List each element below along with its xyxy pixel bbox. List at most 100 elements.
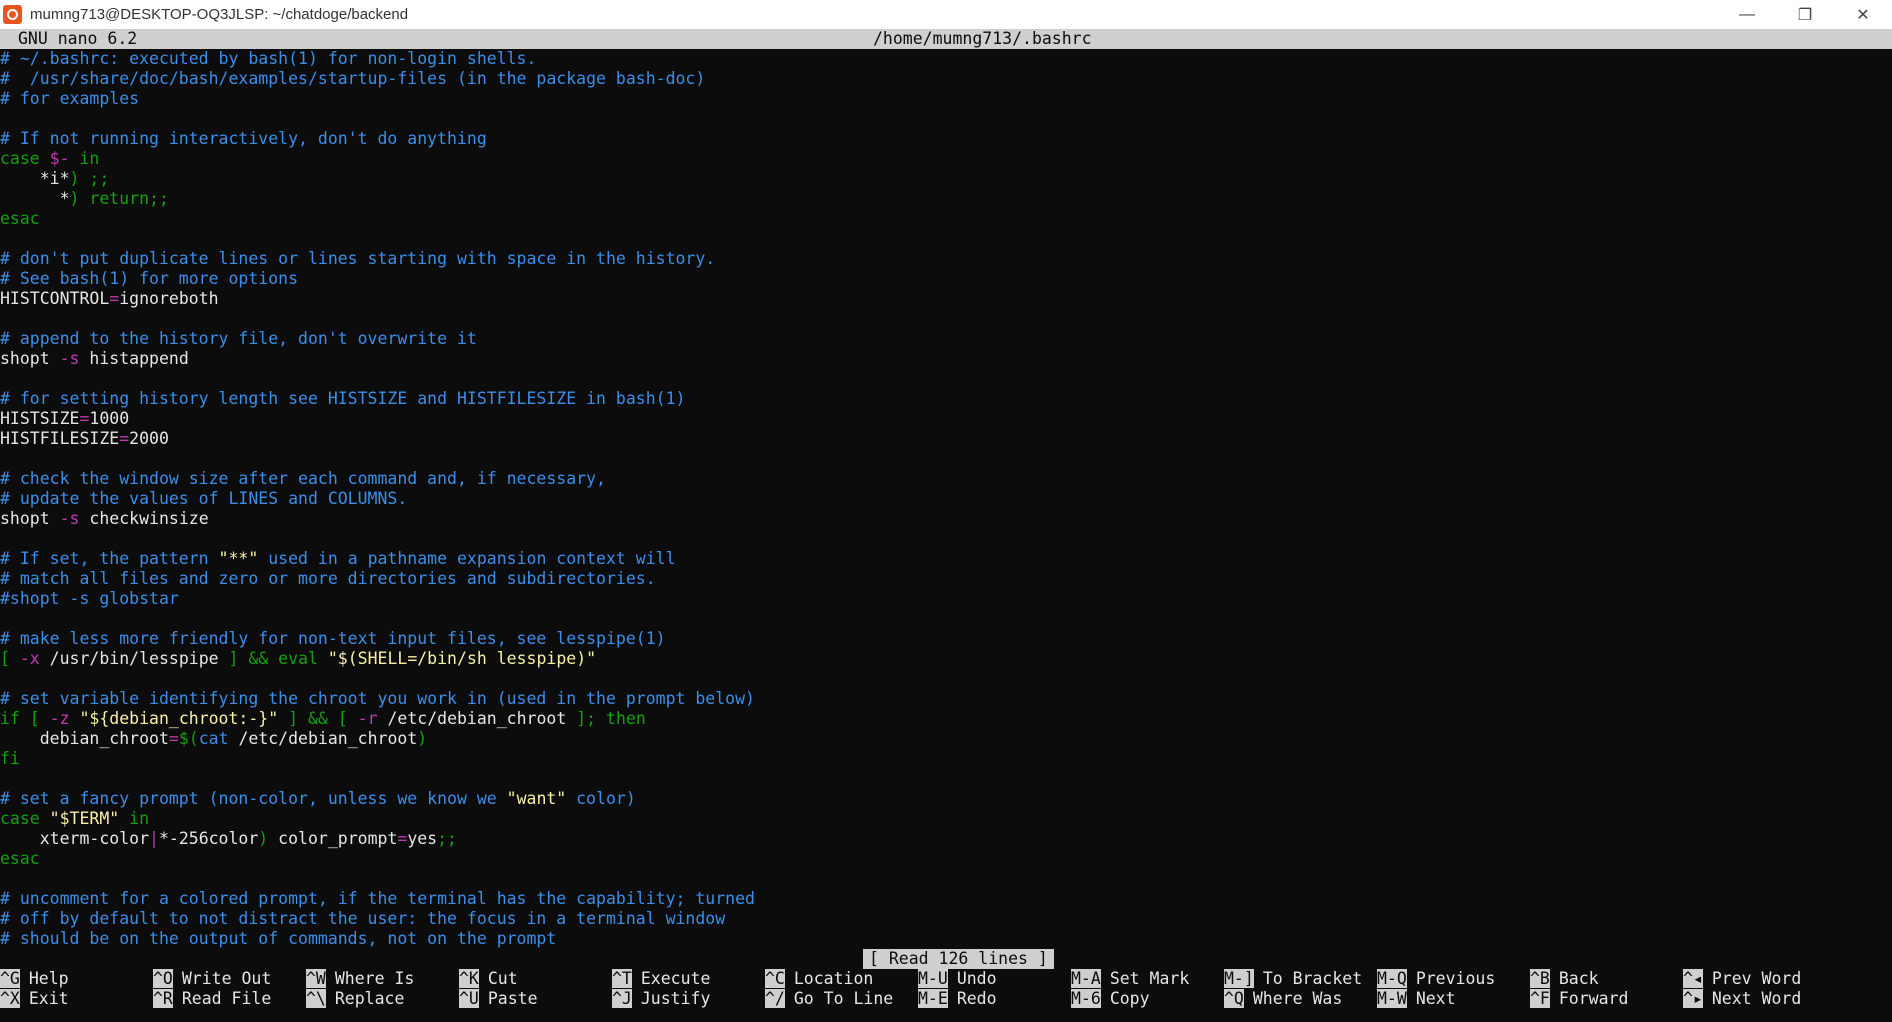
code-token: ignoreboth [119, 289, 219, 308]
shortcut-item[interactable]: ^B Back [1530, 969, 1599, 989]
code-token: esac [0, 209, 40, 228]
code-line[interactable] [0, 309, 1892, 329]
shortcut-item[interactable]: M-U Undo [918, 969, 997, 989]
code-line[interactable]: # for setting history length see HISTSIZ… [0, 389, 1892, 409]
code-token: 1000 [89, 409, 130, 428]
code-line[interactable]: HISTFILESIZE=2000 [0, 429, 1892, 449]
code-line[interactable]: #shopt -s globstar [0, 589, 1892, 609]
code-line[interactable]: debian_chroot=$(cat /etc/debian_chroot) [0, 729, 1892, 749]
code-line[interactable]: # uncomment for a colored prompt, if the… [0, 889, 1892, 909]
shortcut-item[interactable]: ^\ Replace [306, 989, 404, 1009]
code-token: = [79, 409, 90, 428]
code-token: "${debian_chroot:-}" [79, 709, 279, 728]
shortcut-item[interactable]: M-Q Previous [1377, 969, 1495, 989]
code-line[interactable]: # make less more friendly for non-text i… [0, 629, 1892, 649]
shortcut-item[interactable]: M-] To Bracket [1224, 969, 1362, 989]
code-line[interactable]: # If not running interactively, don't do… [0, 129, 1892, 149]
shortcut-item[interactable]: M-A Set Mark [1071, 969, 1189, 989]
shortcut-key: ^U [459, 989, 479, 1008]
code-token: | [149, 829, 159, 848]
code-line[interactable]: # set variable identifying the chroot yo… [0, 689, 1892, 709]
code-line[interactable]: # should be on the output of commands, n… [0, 929, 1892, 949]
code-line[interactable]: # don't put duplicate lines or lines sta… [0, 249, 1892, 269]
shortcut-label: Forward [1558, 989, 1629, 1008]
shortcut-label: Redo [956, 989, 997, 1008]
shortcut-item[interactable]: M-6 Copy [1071, 989, 1150, 1009]
code-line[interactable] [0, 369, 1892, 389]
code-line[interactable]: [ -x /usr/bin/lesspipe ] && eval "$(SHEL… [0, 649, 1892, 669]
code-line[interactable] [0, 109, 1892, 129]
shortcut-key: ^C [765, 969, 785, 988]
code-line[interactable]: *) return;; [0, 189, 1892, 209]
code-line[interactable]: *i*) ;; [0, 169, 1892, 189]
shortcut-item[interactable]: ^O Write Out [153, 969, 271, 989]
code-line[interactable]: # for examples [0, 89, 1892, 109]
code-token: /usr/bin/lesspipe [39, 649, 229, 668]
code-token: HISTCONTROL [0, 289, 110, 308]
code-line[interactable]: esac [0, 209, 1892, 229]
code-token: # make less more friendly for non-text i… [0, 629, 666, 648]
minimize-button[interactable]: — [1718, 0, 1776, 29]
code-line[interactable]: shopt -s histappend [0, 349, 1892, 369]
code-line[interactable] [0, 529, 1892, 549]
code-line[interactable]: case "$TERM" in [0, 809, 1892, 829]
code-line[interactable]: HISTSIZE=1000 [0, 409, 1892, 429]
status-message: [ Read 126 lines ] [863, 949, 1054, 969]
shortcut-item[interactable]: ^R Read File [153, 989, 271, 1009]
shortcut-item[interactable]: ^T Execute [612, 969, 710, 989]
shortcut-item[interactable]: ^W Where Is [306, 969, 414, 989]
code-token: HISTFILESIZE [0, 429, 120, 448]
code-line[interactable] [0, 769, 1892, 789]
code-token: yes [407, 829, 438, 848]
code-line[interactable]: # set a fancy prompt (non-color, unless … [0, 789, 1892, 809]
shortcut-label: Back [1558, 969, 1599, 988]
code-line[interactable] [0, 229, 1892, 249]
code-line[interactable]: shopt -s checkwinsize [0, 509, 1892, 529]
code-token: -x [19, 649, 40, 668]
shortcut-item[interactable]: ^Q Where Was [1224, 989, 1342, 1009]
code-line[interactable] [0, 869, 1892, 889]
code-line[interactable]: # If set, the pattern "**" used in a pat… [0, 549, 1892, 569]
code-line[interactable]: # append to the history file, don't over… [0, 329, 1892, 349]
code-line[interactable]: # /usr/share/doc/bash/examples/startup-f… [0, 69, 1892, 89]
shortcut-item[interactable]: ^▸ Next Word [1683, 989, 1801, 1009]
terminal-area[interactable]: GNU nano 6.2 /home/mumng713/.bashrc # ~/… [0, 29, 1892, 1022]
shortcut-item[interactable]: ^G Help [0, 969, 69, 989]
code-line[interactable]: # check the window size after each comma… [0, 469, 1892, 489]
code-line[interactable]: xterm-color|*-256color) color_prompt=yes… [0, 829, 1892, 849]
code-token: histappend [79, 349, 189, 368]
code-line[interactable]: # off by default to not distract the use… [0, 909, 1892, 929]
editor-text-area[interactable]: # ~/.bashrc: executed by bash(1) for non… [0, 49, 1892, 949]
code-line[interactable]: if [ -z "${debian_chroot:-}" ] && [ -r /… [0, 709, 1892, 729]
code-token: /etc/debian_chroot [377, 709, 577, 728]
shortcut-item[interactable]: ^C Location [765, 969, 873, 989]
code-line[interactable]: # ~/.bashrc: executed by bash(1) for non… [0, 49, 1892, 69]
maximize-button[interactable]: ❐ [1776, 0, 1834, 29]
shortcut-key: M-W [1377, 989, 1407, 1008]
shortcut-label: Location [793, 969, 874, 988]
shortcut-item[interactable]: ^U Paste [459, 989, 538, 1009]
code-line[interactable] [0, 449, 1892, 469]
shortcut-item[interactable]: ^F Forward [1530, 989, 1628, 1009]
shortcut-item[interactable]: ^J Justify [612, 989, 710, 1009]
code-line[interactable]: case $- in [0, 149, 1892, 169]
code-line[interactable] [0, 669, 1892, 689]
close-button[interactable]: ✕ [1834, 0, 1892, 29]
code-line[interactable]: # update the values of LINES and COLUMNS… [0, 489, 1892, 509]
window-titlebar[interactable]: mumng713@DESKTOP-OQ3JLSP: ~/chatdoge/bac… [0, 0, 1892, 29]
code-token: ) return;; [69, 189, 169, 208]
shortcut-item[interactable]: ^X Exit [0, 989, 69, 1009]
code-line[interactable]: # match all files and zero or more direc… [0, 569, 1892, 589]
shortcut-item[interactable]: ^K Cut [459, 969, 518, 989]
shortcut-item[interactable]: M-W Next [1377, 989, 1456, 1009]
code-line[interactable]: esac [0, 849, 1892, 869]
code-token: ] && [ [278, 709, 358, 728]
shortcut-item[interactable]: ^◂ Prev Word [1683, 969, 1801, 989]
code-line[interactable] [0, 609, 1892, 629]
shortcut-item[interactable]: ^/ Go To Line [765, 989, 893, 1009]
code-line[interactable]: HISTCONTROL=ignoreboth [0, 289, 1892, 309]
code-line[interactable]: # See bash(1) for more options [0, 269, 1892, 289]
code-line[interactable]: fi [0, 749, 1892, 769]
shortcut-item[interactable]: M-E Redo [918, 989, 997, 1009]
code-token: "**" [218, 549, 259, 568]
